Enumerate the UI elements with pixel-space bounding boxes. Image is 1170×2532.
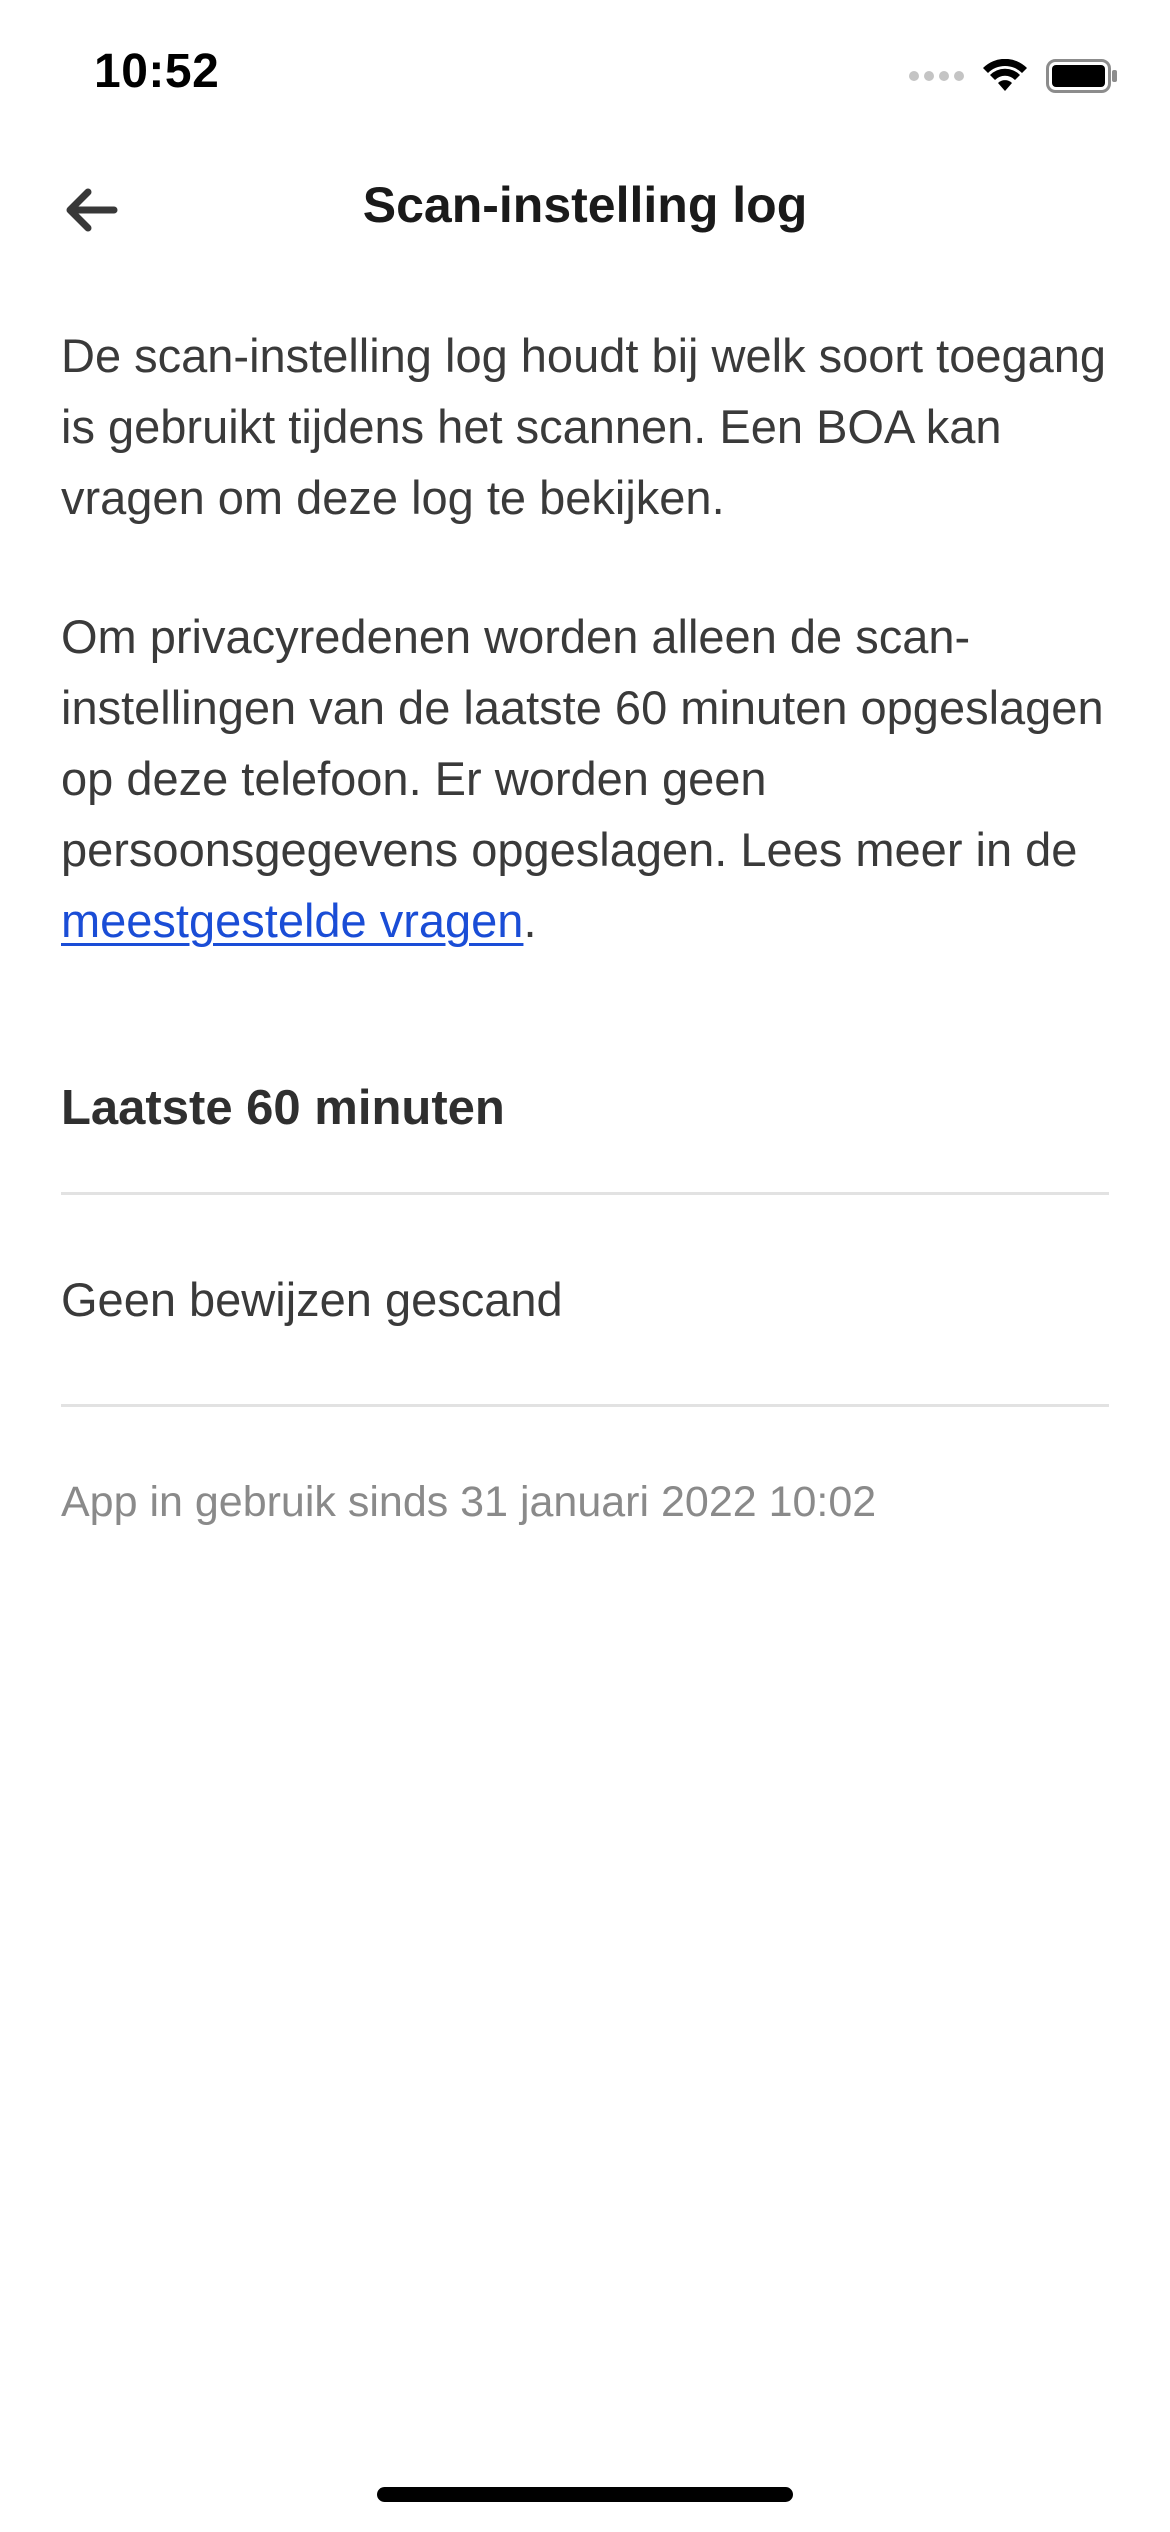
empty-log-message: Geen bewijzen gescand <box>61 1273 563 1326</box>
navigation-bar: Scan-instelling log <box>0 150 1170 270</box>
divider <box>61 1404 1109 1407</box>
intro-paragraph-2-end: . <box>523 894 537 947</box>
status-time: 10:52 <box>94 45 220 98</box>
battery-icon <box>1046 59 1118 93</box>
intro-content: De scan-instelling log houdt bij welk so… <box>61 320 1109 956</box>
cellular-signal-icon <box>909 71 964 81</box>
status-bar: 10:52 <box>0 0 1170 150</box>
log-section-heading: Laatste 60 minuten <box>61 1081 505 1135</box>
app-in-use-since: App in gebruik sinds 31 januari 2022 10:… <box>61 1478 877 1526</box>
intro-paragraph-2: Om privacyredenen worden alleen de scan-… <box>61 601 1109 956</box>
home-indicator[interactable] <box>377 2487 793 2502</box>
wifi-icon <box>982 59 1028 93</box>
page-title: Scan-instelling log <box>362 177 808 233</box>
status-icons <box>909 52 1118 100</box>
intro-paragraph-2-text: Om privacyredenen worden alleen de scan-… <box>61 610 1104 876</box>
faq-link[interactable]: meestgestelde vragen <box>61 894 523 947</box>
intro-paragraph-1: De scan-instelling log houdt bij welk so… <box>61 329 1107 524</box>
divider <box>61 1192 1109 1195</box>
